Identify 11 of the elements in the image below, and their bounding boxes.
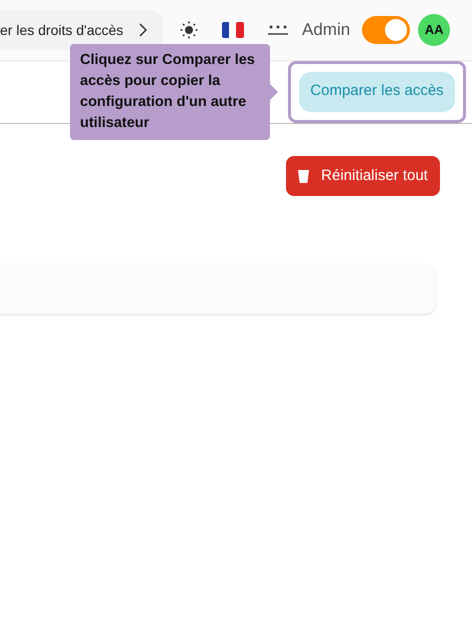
user-label: Admin — [302, 19, 350, 42]
flag-icon[interactable] — [222, 22, 244, 38]
sun-icon[interactable] — [180, 21, 198, 39]
password-icon[interactable] — [268, 24, 288, 36]
admin-toggle[interactable] — [362, 16, 410, 44]
chevron-right-icon — [139, 23, 147, 37]
trash-icon — [298, 170, 310, 182]
breadcrumb-pill[interactable]: er les droits d'accès — [0, 10, 163, 50]
avatar[interactable]: AA — [418, 14, 450, 46]
tooltip: Cliquez sur Comparer les accès pour copier la configuration d'un autre utilisateur — [70, 44, 278, 140]
reset-button[interactable]: Réinitialiser tout — [286, 156, 440, 196]
